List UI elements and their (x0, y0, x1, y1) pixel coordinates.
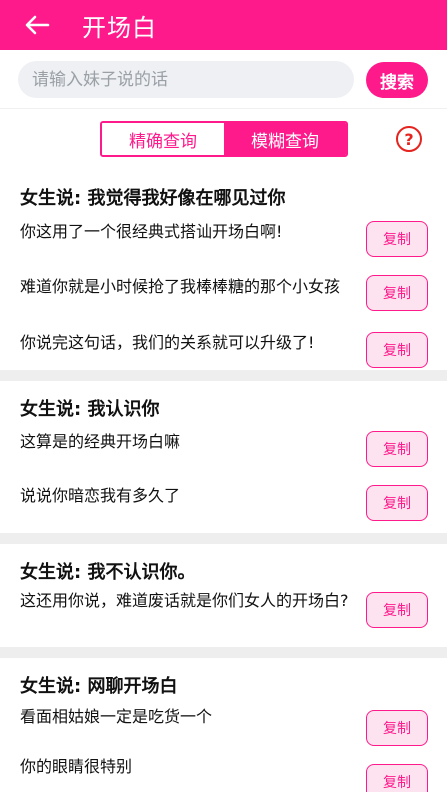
copy-button[interactable]: 复制 (366, 332, 428, 368)
reply-text: 你说完这句话，我们的关系就可以升级了! (20, 333, 315, 352)
page-title: 开场白 (82, 13, 157, 42)
reply-text: 这还用你说，难道废话就是你们女人的开场白? (20, 591, 349, 610)
copy-button[interactable]: 复制 (366, 485, 428, 521)
search-input[interactable] (18, 61, 354, 98)
copy-button[interactable]: 复制 (366, 764, 428, 792)
search-button[interactable]: 搜索 (366, 62, 428, 98)
list-item: 你的眼睛很特别 复制 (0, 756, 447, 792)
copy-button[interactable]: 复制 (366, 592, 428, 628)
result-section: 女生说: 网聊开场白 看面相姑娘一定是吃货一个 复制 你的眼睛很特别 复制 (0, 658, 447, 792)
list-item: 你这用了一个很经典式搭讪开场白啊! 复制 (0, 218, 447, 274)
tab-fuzzy-query[interactable]: 模糊查询 (224, 123, 346, 155)
section-title: 女生说: 网聊开场白 (20, 676, 178, 697)
copy-button[interactable]: 复制 (366, 710, 428, 746)
result-section: 女生说: 我觉得我好像在哪见过你 你这用了一个很经典式搭讪开场白啊! 复制 难道… (0, 170, 447, 370)
reply-text: 看面相姑娘一定是吃货一个 (20, 707, 213, 726)
reply-text: 这算是的经典开场白嘛 (20, 432, 181, 451)
copy-button[interactable]: 复制 (366, 431, 428, 467)
list-item: 这算是的经典开场白嘛 复制 (0, 429, 447, 485)
copy-button[interactable]: 复制 (366, 275, 428, 311)
result-section: 女生说: 我不认识你。 这还用你说，难道废话就是你们女人的开场白? 复制 (0, 544, 447, 647)
copy-button[interactable]: 复制 (366, 221, 428, 257)
app-bar: 开场白 (0, 0, 447, 50)
list-item: 看面相姑娘一定是吃货一个 复制 (0, 706, 447, 756)
results-list[interactable]: 女生说: 我觉得我好像在哪见过你 你这用了一个很经典式搭讪开场白啊! 复制 难道… (0, 170, 447, 792)
section-title: 女生说: 我觉得我好像在哪见过你 (20, 188, 286, 209)
section-title: 女生说: 我不认识你。 (20, 562, 196, 583)
reply-text: 你这用了一个很经典式搭讪开场白啊! (20, 222, 283, 241)
query-mode-toggle: 精确查询 模糊查询 (100, 121, 348, 157)
reply-text: 说说你暗恋我有多久了 (20, 486, 181, 505)
list-item: 说说你暗恋我有多久了 复制 (0, 485, 447, 535)
list-item: 这还用你说，难道废话就是你们女人的开场白? 复制 (0, 592, 447, 642)
reply-text: 你的眼睛很特别 (20, 757, 133, 776)
reply-text: 难道你就是小时候抢了我棒棒糖的那个小女孩 (20, 277, 341, 296)
section-title: 女生说: 我认识你 (20, 399, 160, 420)
arrow-left-icon[interactable] (20, 8, 54, 42)
result-section: 女生说: 我认识你 这算是的经典开场白嘛 复制 说说你暗恋我有多久了 复制 (0, 381, 447, 533)
list-item: 难道你就是小时候抢了我棒棒糖的那个小女孩 复制 (0, 274, 447, 332)
search-bar: 搜索 (0, 50, 447, 108)
tab-exact-query[interactable]: 精确查询 (102, 123, 224, 155)
list-item: 你说完这句话，我们的关系就可以升级了! 复制 (0, 332, 447, 382)
help-icon[interactable]: ? (396, 126, 422, 152)
query-mode-bar: 精确查询 模糊查询 (0, 108, 447, 170)
